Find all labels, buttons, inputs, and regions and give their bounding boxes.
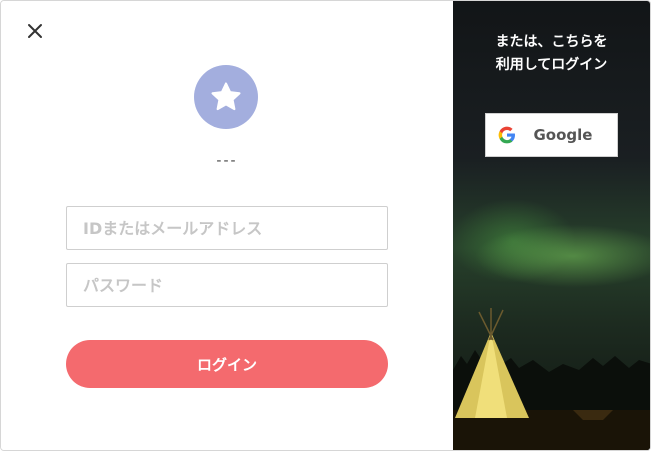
google-login-button[interactable]: Google	[485, 113, 618, 157]
star-icon	[211, 82, 241, 111]
login-panel: --- ログイン	[1, 1, 453, 450]
alternative-login-panel: または、こちらを 利用してログイン Google	[453, 1, 650, 450]
login-button[interactable]: ログイン	[66, 340, 388, 388]
id-email-input[interactable]	[66, 206, 388, 250]
close-icon[interactable]	[25, 21, 45, 41]
google-icon	[498, 126, 515, 144]
username-display: ---	[216, 153, 238, 169]
alt-login-heading: または、こちらを 利用してログイン	[453, 31, 650, 77]
aurora-tipi-background	[453, 308, 650, 450]
google-button-label: Google	[533, 126, 593, 144]
alt-login-heading-line2: 利用してログイン	[495, 57, 608, 73]
password-input[interactable]	[66, 263, 388, 307]
avatar	[194, 65, 258, 129]
login-modal: --- ログイン または、こちらを 利用してログイン Google	[0, 0, 651, 451]
alt-login-heading-line1: または、こちらを	[495, 34, 608, 50]
